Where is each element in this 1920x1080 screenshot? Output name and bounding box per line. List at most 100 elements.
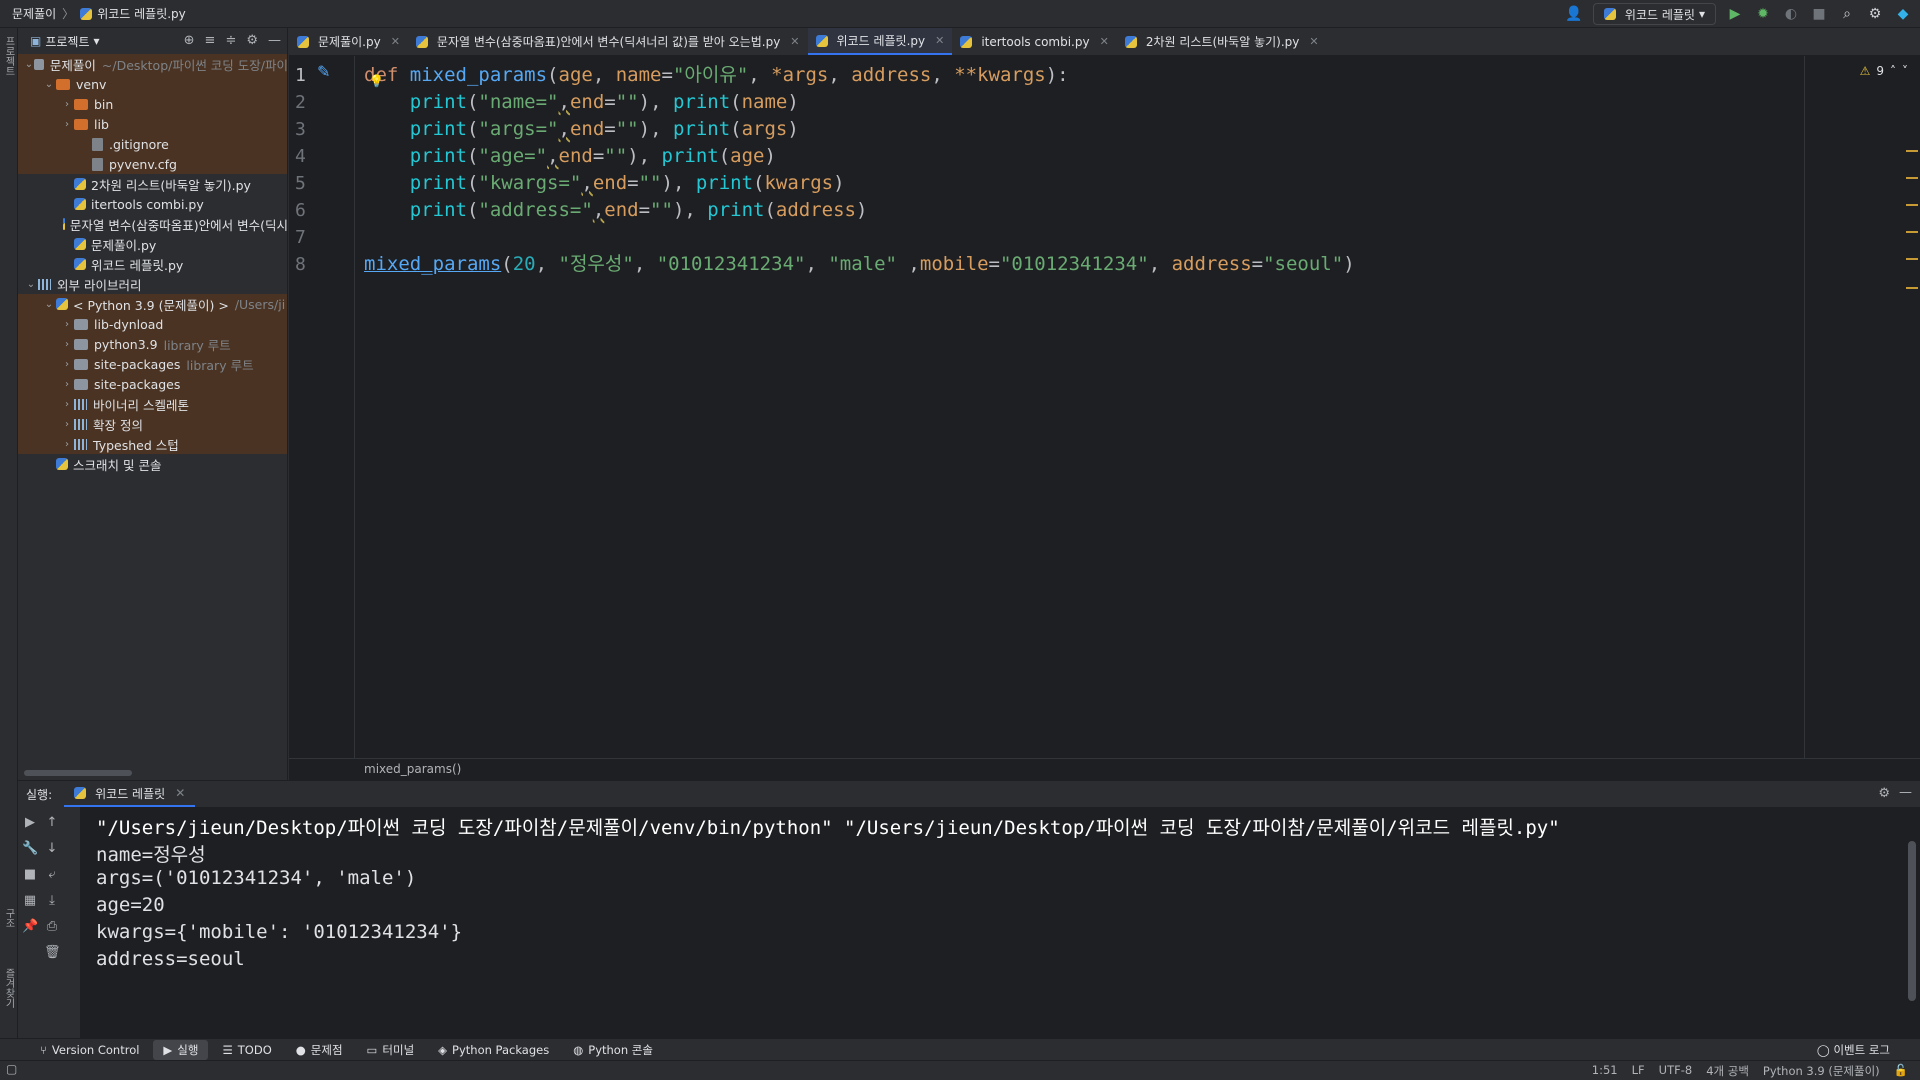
editor-tab[interactable]: itertools combi.py ✕: [952, 28, 1116, 55]
coverage-icon[interactable]: ◐: [1782, 5, 1800, 23]
chevron-right-icon[interactable]: ›: [60, 399, 74, 410]
user-icon[interactable]: 👤: [1565, 5, 1583, 23]
chevron-right-icon[interactable]: ›: [60, 319, 74, 330]
status-item[interactable]: Python 3.9 (문제풀이): [1763, 1063, 1880, 1079]
lock-icon[interactable]: 🔓: [1894, 1063, 1908, 1079]
tree-item[interactable]: ⌄ 외부 라이브러리: [18, 274, 287, 294]
pin-icon[interactable]: 📌: [22, 919, 38, 935]
layout-icon[interactable]: ▦: [22, 893, 38, 909]
print-icon[interactable]: ⎙: [44, 919, 60, 935]
locate-icon[interactable]: ⊕: [184, 33, 195, 48]
trash-icon[interactable]: 🗑: [44, 945, 61, 961]
stop-icon[interactable]: ■: [22, 867, 38, 883]
tree-item[interactable]: › python3.9 library 루트: [18, 334, 287, 354]
chevron-right-icon[interactable]: ›: [60, 99, 74, 110]
gear-icon[interactable]: ⚙: [246, 33, 258, 48]
tool-windows-toggle-icon[interactable]: ▢: [6, 1062, 17, 1076]
warning-marker[interactable]: [1906, 258, 1918, 260]
tree-item[interactable]: .gitignore: [18, 134, 287, 154]
tree-item[interactable]: › lib-dynload: [18, 314, 287, 334]
warning-marker[interactable]: [1906, 287, 1918, 289]
editor-tab[interactable]: 문제풀이.py ✕: [289, 28, 408, 55]
chevron-right-icon[interactable]: ›: [60, 119, 74, 130]
tree-item[interactable]: › 바이너리 스켈레톤: [18, 394, 287, 414]
run-icon[interactable]: ▶: [1726, 5, 1744, 23]
console-output[interactable]: "/Users/jieun/Desktop/파이썬 코딩 도장/파이참/문제풀이…: [80, 807, 1920, 1039]
breadcrumb-file[interactable]: 위코드 레플릿.py: [97, 5, 186, 22]
editor-tab[interactable]: 위코드 레플릿.py ✕: [807, 28, 953, 55]
tool-window-button[interactable]: ● 문제점: [286, 1040, 353, 1060]
vertical-scrollbar[interactable]: [1908, 841, 1916, 1001]
tree-item[interactable]: 2차원 리스트(바둑알 놓기).py: [18, 174, 287, 194]
chevron-down-icon[interactable]: ⌄: [42, 299, 56, 310]
chevron-down-icon[interactable]: ▾: [94, 34, 100, 48]
debug-icon[interactable]: ✹: [1754, 5, 1772, 23]
warning-marker[interactable]: [1906, 177, 1918, 179]
inspection-widget[interactable]: ⚠ 9 ˄ ˅: [1860, 64, 1908, 78]
close-icon[interactable]: ✕: [1309, 35, 1318, 48]
chevron-down-icon[interactable]: ⌄: [24, 59, 34, 70]
run-tab[interactable]: 위코드 레플릿 ✕: [64, 781, 196, 807]
tool-window-button[interactable]: ▶ 실행: [153, 1039, 209, 1060]
tree-item[interactable]: 문자열 변수(삼중따옴표)안에서 변수(딕시: [18, 214, 287, 234]
wrench-icon[interactable]: 🔧: [22, 841, 38, 857]
tree-item[interactable]: › 확장 정의: [18, 414, 287, 434]
tool-window-button[interactable]: ☰ TODO: [212, 1040, 281, 1060]
run-config-selector[interactable]: 위코드 레플릿 ▾: [1592, 3, 1716, 25]
collapse-all-icon[interactable]: ≑: [225, 33, 236, 48]
status-item[interactable]: 4개 공백: [1706, 1063, 1749, 1079]
tool-window-button[interactable]: ◍ Python 콘솔: [563, 1040, 663, 1060]
stop-icon[interactable]: ■: [1810, 5, 1828, 23]
function-breadcrumb[interactable]: mixed_params(): [364, 762, 461, 776]
chevron-down-icon[interactable]: ⌄: [42, 79, 56, 90]
chevron-right-icon[interactable]: ›: [60, 339, 74, 350]
horizontal-scrollbar[interactable]: [24, 770, 132, 776]
tree-item[interactable]: › bin: [18, 94, 287, 114]
tree-item[interactable]: › site-packages: [18, 374, 287, 394]
hide-icon[interactable]: —: [268, 33, 281, 48]
arrow-up-icon[interactable]: ↑: [44, 815, 60, 831]
warning-marker[interactable]: [1906, 150, 1918, 152]
tree-item[interactable]: 위코드 레플릿.py: [18, 254, 287, 274]
lightbulb-icon[interactable]: 💡: [369, 74, 384, 88]
favorites-tool-button[interactable]: 즐겨찾기: [1, 968, 16, 1008]
breadcrumb-project[interactable]: 문제풀이: [12, 5, 56, 22]
close-icon[interactable]: ✕: [391, 35, 400, 48]
soft-wrap-icon[interactable]: ⤶: [44, 867, 60, 883]
tree-item[interactable]: › lib: [18, 114, 287, 134]
tree-item[interactable]: › Typeshed 스텁: [18, 434, 287, 454]
chevron-right-icon[interactable]: ›: [60, 359, 74, 370]
tree-item[interactable]: itertools combi.py: [18, 194, 287, 214]
chevron-down-icon[interactable]: ⌄: [24, 279, 38, 290]
editor-tab[interactable]: 문자열 변수(삼중따옴표)안에서 변수(딕셔너리 값)를 받아 오는법.py ✕: [408, 28, 808, 55]
tree-item[interactable]: ⌄ < Python 3.9 (문제풀이) > /Users/ji: [18, 294, 287, 314]
expand-all-icon[interactable]: ≡: [205, 33, 216, 48]
status-item[interactable]: 1:51: [1592, 1063, 1618, 1079]
status-item[interactable]: UTF-8: [1659, 1063, 1693, 1079]
search-icon[interactable]: ⌕: [1838, 5, 1856, 23]
tree-item[interactable]: pyvenv.cfg: [18, 154, 287, 174]
tool-window-button[interactable]: ◈ Python Packages: [428, 1040, 559, 1060]
gear-icon[interactable]: ⚙: [1878, 786, 1890, 801]
hide-icon[interactable]: —: [1899, 785, 1912, 800]
warning-marker[interactable]: [1906, 231, 1918, 233]
chevron-up-icon[interactable]: ˄: [1890, 64, 1896, 78]
ide-logo-icon[interactable]: ◆: [1894, 5, 1912, 23]
tree-item[interactable]: ⌄ 문제풀이 ~/Desktop/파이썬 코딩 도장/파이: [18, 54, 287, 74]
close-icon[interactable]: ✕: [175, 786, 185, 800]
chevron-right-icon[interactable]: ›: [60, 379, 74, 390]
tree-item[interactable]: 스크래치 및 콘솔: [18, 454, 287, 474]
structure-tool-button[interactable]: 구조: [1, 908, 16, 928]
gear-icon[interactable]: ⚙: [1866, 5, 1884, 23]
tool-window-button[interactable]: ▭ 터미널: [357, 1040, 425, 1060]
close-icon[interactable]: ✕: [790, 35, 799, 48]
project-tool-button[interactable]: 프로젝트: [1, 36, 16, 76]
project-panel-title[interactable]: 프로젝트: [45, 33, 89, 50]
scroll-to-end-icon[interactable]: ⤓: [44, 893, 60, 909]
tree-item[interactable]: 문제풀이.py: [18, 234, 287, 254]
run-gutter-icon[interactable]: ✎: [317, 62, 330, 81]
tree-item[interactable]: › site-packages library 루트: [18, 354, 287, 374]
warning-marker[interactable]: [1906, 204, 1918, 206]
code-editor[interactable]: 1 2 3 4 5 6 7 8 ✎ def mixed_params(age, name="아이…: [289, 56, 1920, 758]
event-log-button[interactable]: ◯ 이벤트 로그: [1817, 1042, 1890, 1058]
